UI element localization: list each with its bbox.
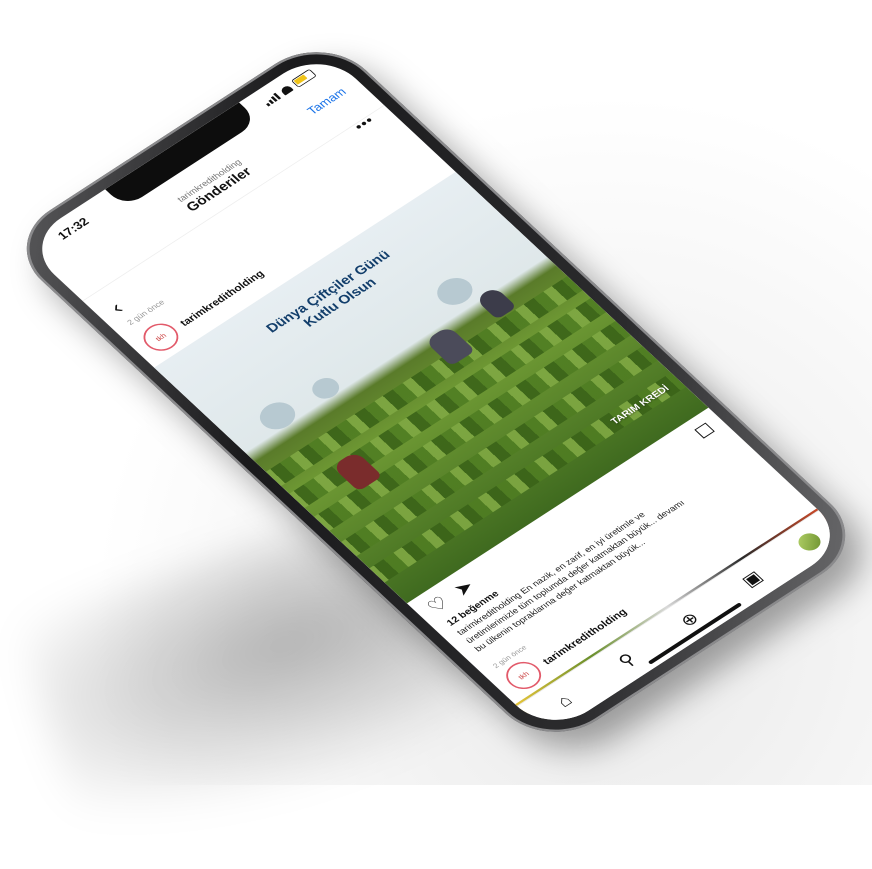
signal-icon bbox=[262, 92, 281, 107]
image-watermark: TARIM KREDİ bbox=[608, 383, 672, 427]
back-arrow-icon[interactable]: ‹ bbox=[104, 297, 128, 318]
tree bbox=[430, 272, 480, 311]
search-icon[interactable]: ⚲ bbox=[605, 644, 648, 677]
send-icon[interactable]: ➤ bbox=[448, 575, 479, 600]
battery-icon bbox=[290, 68, 317, 88]
heart-icon[interactable]: ♡ bbox=[422, 592, 454, 618]
tree bbox=[252, 396, 303, 435]
home-icon[interactable]: ⌂ bbox=[543, 685, 586, 718]
add-icon[interactable]: ⊕ bbox=[668, 603, 711, 636]
status-time: 17:32 bbox=[55, 215, 93, 243]
bookmark-icon[interactable]: ☐ bbox=[691, 419, 720, 442]
wifi-icon bbox=[279, 84, 294, 96]
profile-avatar-icon[interactable] bbox=[793, 530, 825, 555]
reels-icon[interactable]: ▣ bbox=[731, 563, 774, 596]
tree bbox=[306, 373, 345, 403]
tab-bar: ⌂ ⚲ ⊕ ▣ bbox=[516, 510, 851, 737]
